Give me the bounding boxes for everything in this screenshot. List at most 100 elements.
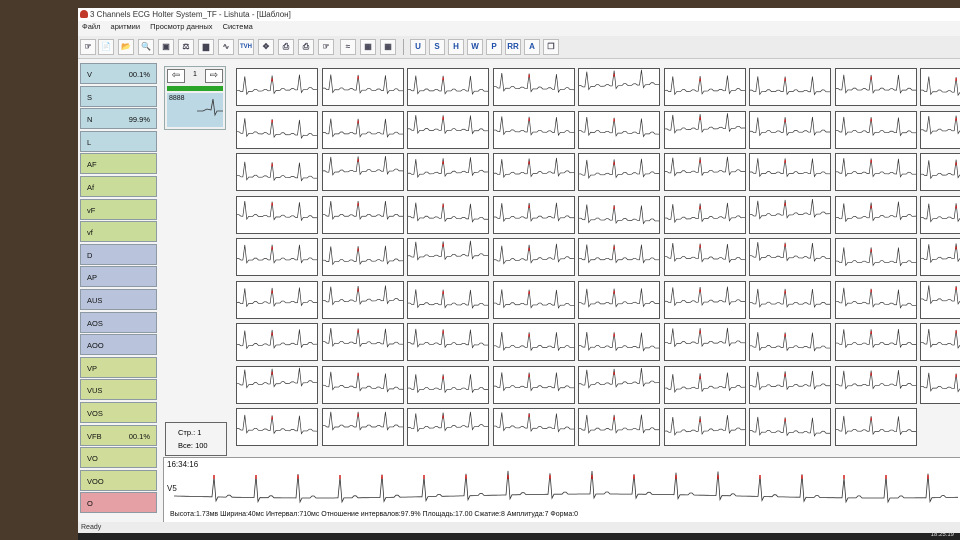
beat-template-cell[interactable] — [663, 280, 746, 319]
beat-template-cell[interactable] — [492, 68, 575, 106]
beat-template-cell[interactable] — [236, 195, 318, 234]
beat-template-cell[interactable] — [407, 68, 489, 106]
beat-template-cell[interactable] — [407, 110, 489, 149]
beat-template-cell[interactable] — [834, 238, 917, 276]
beat-template-cell[interactable] — [407, 238, 489, 276]
beat-template-cell[interactable] — [321, 195, 404, 234]
category-l-button[interactable]: L — [80, 130, 157, 152]
beat-template-cell[interactable] — [492, 323, 575, 361]
category-ap-button[interactable]: AP — [80, 266, 157, 288]
beat-template-cell[interactable] — [407, 323, 489, 361]
beat-template-cell[interactable] — [236, 323, 318, 361]
scale-icon[interactable]: ▦ — [360, 39, 376, 55]
menu-system[interactable]: Система — [219, 21, 257, 33]
tool-s-button[interactable]: S — [429, 39, 445, 55]
beat-template-cell[interactable] — [321, 323, 404, 361]
beat-template-cell[interactable] — [663, 153, 746, 191]
menu-file[interactable]: Файл — [78, 21, 104, 33]
hand-icon[interactable]: ☞ — [80, 39, 96, 55]
beat-template-cell[interactable] — [920, 153, 960, 191]
beat-template-cell[interactable] — [834, 68, 917, 106]
beat-template-cell[interactable] — [407, 195, 489, 234]
tool-p-button[interactable]: P — [486, 39, 502, 55]
beat-template-cell[interactable] — [663, 408, 746, 446]
tool-h-button[interactable]: H — [448, 39, 464, 55]
new-file-icon[interactable]: 📄 — [98, 39, 114, 55]
beat-template-cell[interactable] — [834, 365, 917, 404]
beat-template-cell[interactable] — [407, 365, 489, 404]
printer-icon[interactable]: ⎙ — [298, 39, 314, 55]
beat-template-cell[interactable] — [578, 280, 660, 319]
beat-template-cell[interactable] — [749, 153, 831, 191]
category-aos-button[interactable]: AOS — [80, 311, 157, 333]
histogram-icon[interactable]: ▆ — [198, 39, 214, 55]
category-vf-button[interactable]: vf — [80, 221, 157, 243]
beat-template-cell[interactable] — [749, 68, 831, 106]
filter-icon[interactable]: ≈ — [340, 39, 356, 55]
category-af-button[interactable]: Af — [80, 176, 157, 197]
rhythm-icon[interactable]: ▦ — [380, 39, 396, 55]
beat-template-cell[interactable] — [321, 238, 404, 276]
beat-template-cell[interactable] — [834, 323, 917, 361]
category-d-button[interactable]: D — [80, 243, 157, 265]
category-vos-button[interactable]: VOS — [80, 402, 157, 423]
category-aoo-button[interactable]: AOO — [80, 334, 157, 356]
beat-template-cell[interactable] — [578, 323, 660, 361]
category-s-button[interactable]: S — [80, 85, 157, 107]
beat-template-cell[interactable] — [236, 280, 318, 319]
beat-template-cell[interactable] — [663, 110, 746, 149]
beat-template-cell[interactable] — [749, 365, 831, 404]
beat-template-cell[interactable] — [236, 110, 318, 149]
beat-template-cell[interactable] — [749, 195, 831, 234]
category-aus-button[interactable]: AUS — [80, 289, 157, 310]
beat-template-cell[interactable] — [920, 323, 960, 361]
category-voo-button[interactable]: VOO — [80, 469, 157, 491]
beat-template-cell[interactable] — [834, 110, 917, 149]
beat-template-cell[interactable] — [749, 408, 831, 446]
beat-template-cell[interactable] — [749, 238, 831, 276]
beat-template-cell[interactable] — [749, 280, 831, 319]
tool-w-button[interactable]: W — [467, 39, 483, 55]
beat-template-cell[interactable] — [920, 365, 960, 404]
zoom-icon[interactable]: 🔍 — [138, 39, 154, 55]
beat-template-cell[interactable] — [492, 153, 575, 191]
beat-template-cell[interactable] — [578, 110, 660, 149]
beat-template-cell[interactable] — [236, 68, 318, 106]
tool-a-button[interactable]: A — [524, 39, 540, 55]
beat-template-cell[interactable] — [920, 68, 960, 106]
beat-template-cell[interactable] — [492, 110, 575, 149]
category-vp-button[interactable]: VP — [80, 356, 157, 378]
menu-view-data[interactable]: Просмотр данных — [146, 21, 216, 33]
beat-template-cell[interactable] — [492, 195, 575, 234]
beat-template-cell[interactable] — [407, 280, 489, 319]
tool-rr-button[interactable]: RR — [505, 39, 521, 55]
beat-template-cell[interactable] — [920, 280, 960, 319]
beat-template-cell[interactable] — [236, 408, 318, 446]
beat-template-cell[interactable] — [578, 365, 660, 404]
beat-template-cell[interactable] — [749, 110, 831, 149]
category-vus-button[interactable]: VUS — [80, 379, 157, 401]
beat-template-cell[interactable] — [578, 195, 660, 234]
category-vf-button[interactable]: vF — [80, 198, 157, 220]
copy-icon[interactable]: ❐ — [543, 39, 559, 55]
beat-template-cell[interactable] — [492, 365, 575, 404]
beat-template-cell[interactable] — [236, 365, 318, 404]
beat-template-cell[interactable] — [834, 280, 917, 319]
image-icon[interactable]: ▣ — [158, 39, 174, 55]
beat-template-cell[interactable] — [321, 153, 404, 191]
tvh-icon[interactable]: TVH — [238, 39, 254, 55]
export-icon[interactable]: ☞ — [318, 39, 334, 55]
beat-template-cell[interactable] — [834, 195, 917, 234]
beat-template-cell[interactable] — [663, 195, 746, 234]
category-o-button[interactable]: O — [80, 492, 157, 514]
beat-template-cell[interactable] — [236, 238, 318, 276]
beat-template-cell[interactable] — [321, 408, 404, 446]
beat-template-cell[interactable] — [749, 323, 831, 361]
beat-template-cell[interactable] — [407, 408, 489, 446]
beat-template-cell[interactable] — [321, 68, 404, 106]
category-vo-button[interactable]: VO — [80, 447, 157, 469]
beat-template-cell[interactable] — [663, 365, 746, 404]
beat-template-cell[interactable] — [492, 280, 575, 319]
beat-template-cell[interactable] — [663, 323, 746, 361]
beat-template-cell[interactable] — [407, 153, 489, 191]
